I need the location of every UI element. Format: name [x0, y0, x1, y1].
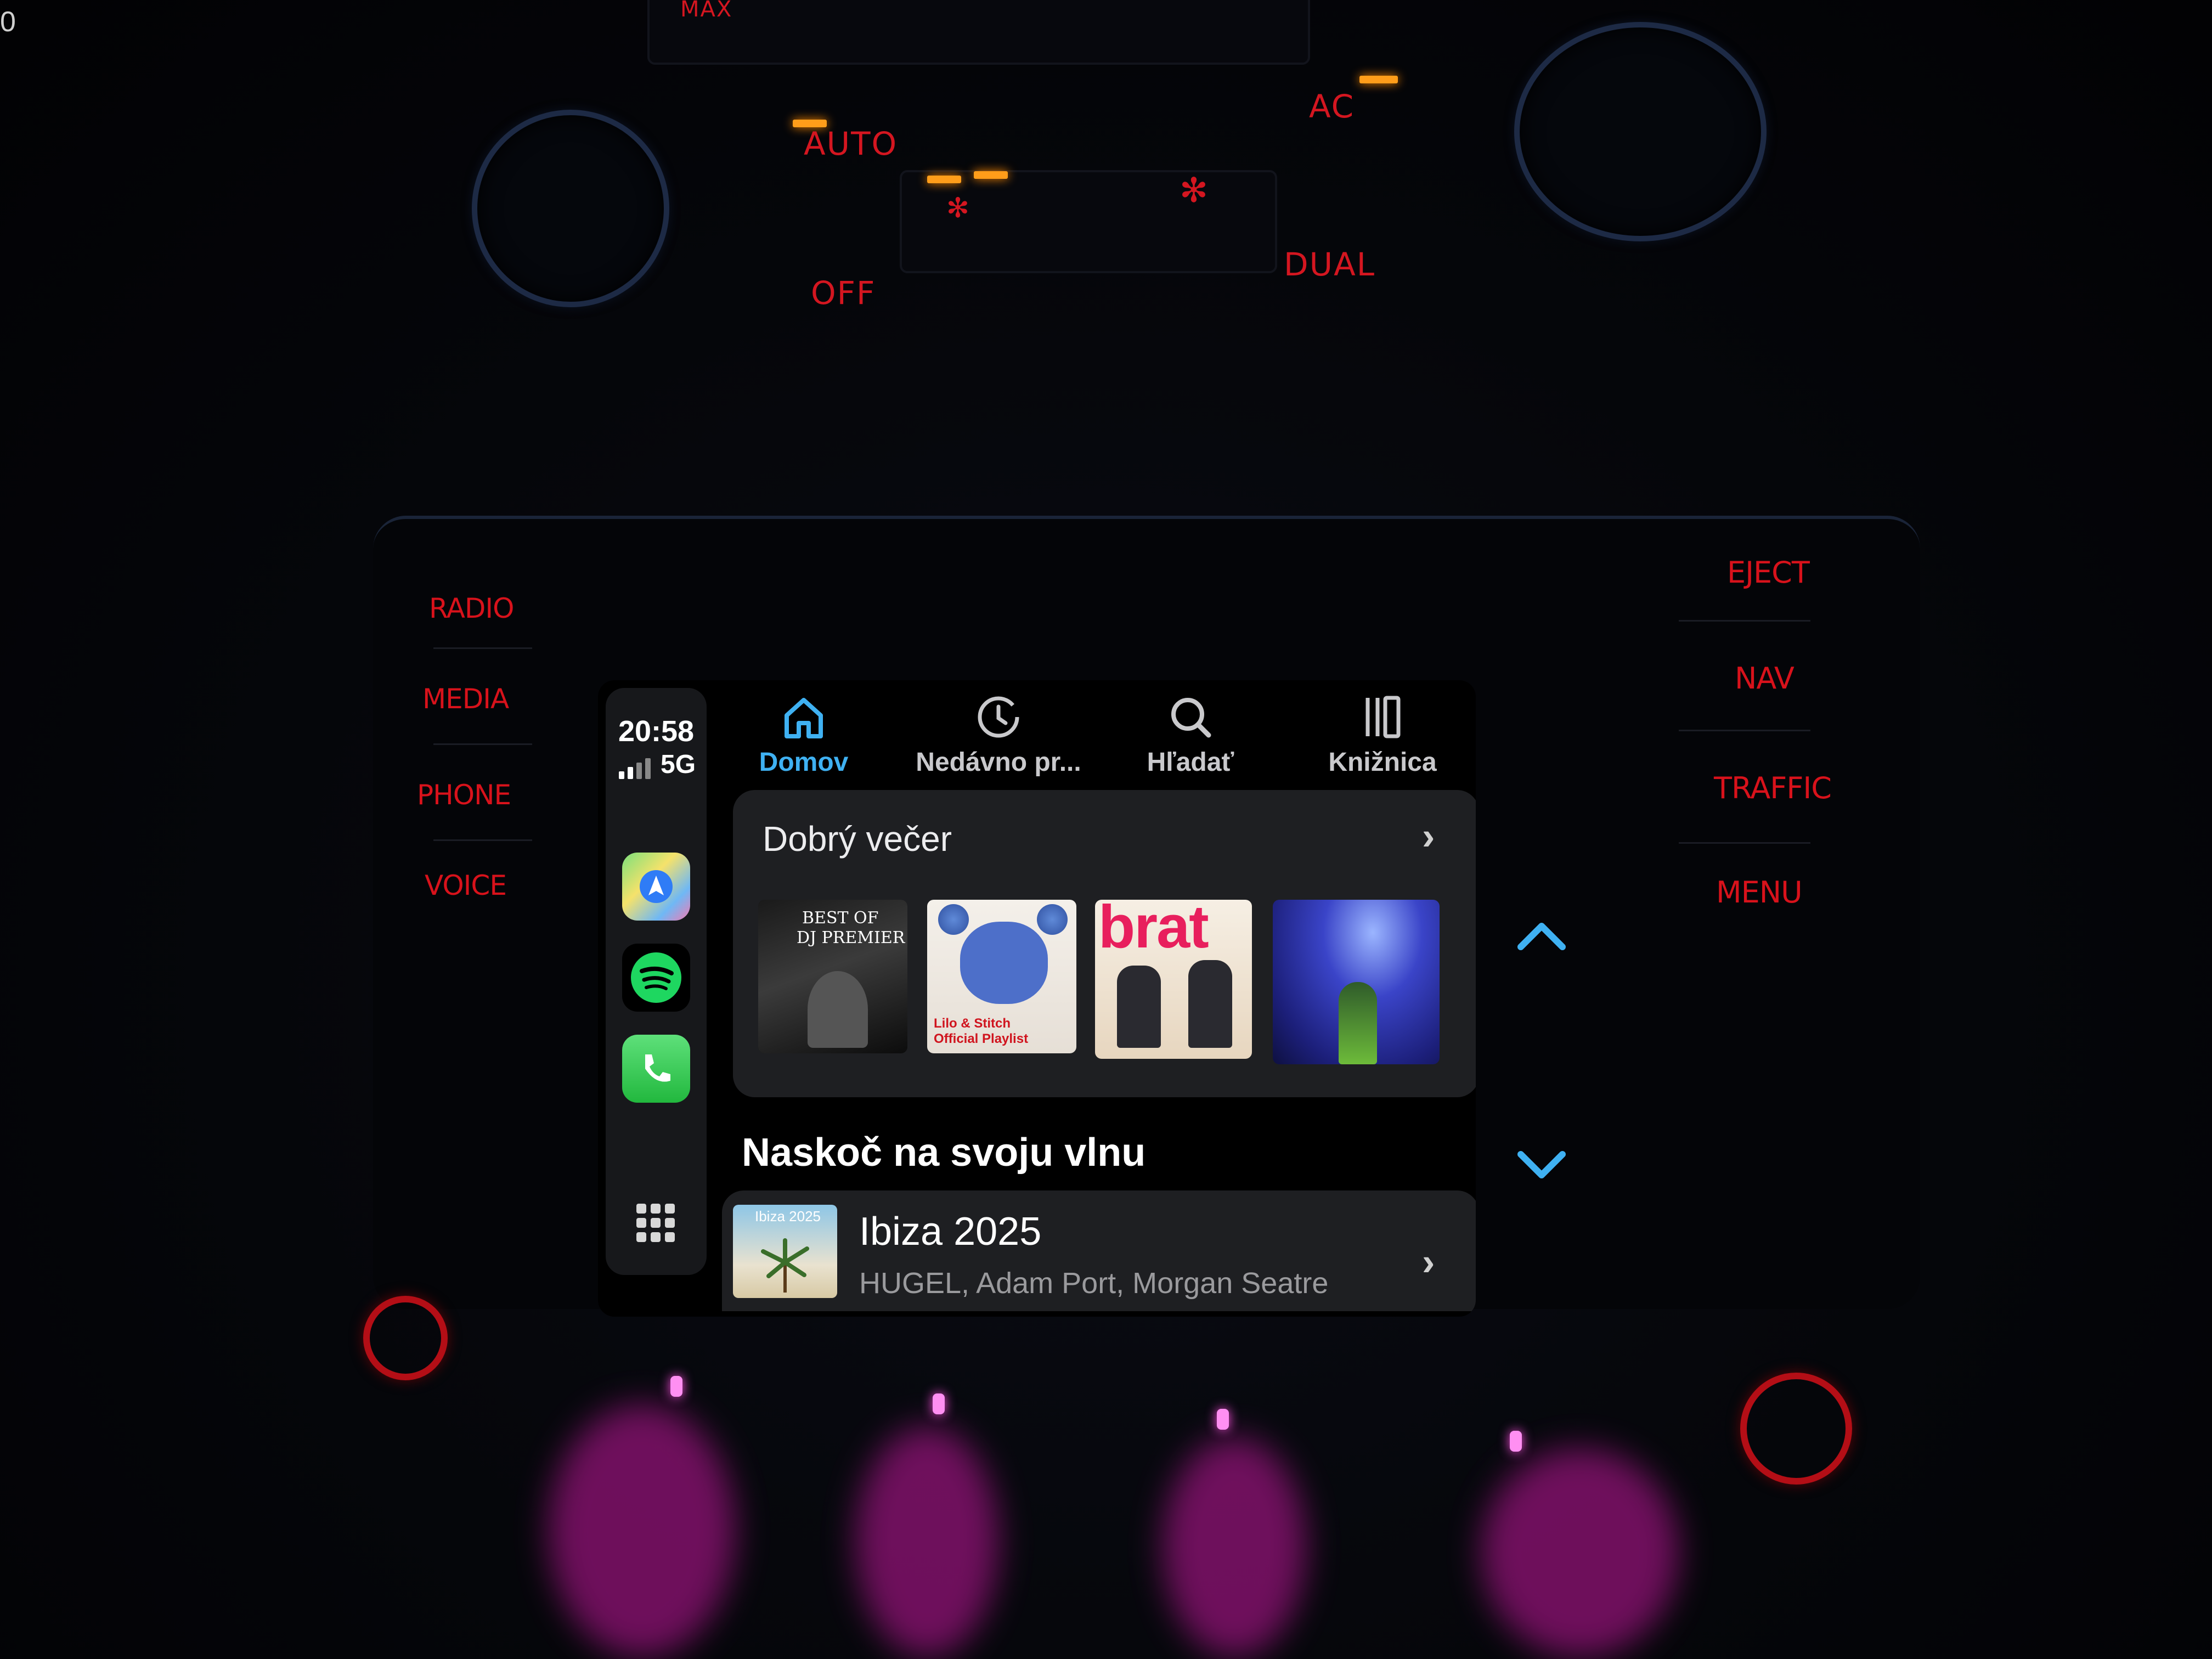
artist-figure: [1117, 966, 1161, 1048]
traffic-button[interactable]: TRAFFIC: [1714, 771, 1832, 805]
signal-strength-icon: [619, 758, 651, 779]
climate-panel: MAX AUTO OFF ✻ ✻ AC DUAL: [406, 0, 1778, 340]
home-icon: [785, 698, 823, 738]
playlist-tile[interactable]: BEST OF DJ PREMIER: [758, 900, 907, 1053]
temp-knob-left[interactable]: [472, 110, 669, 307]
corner-text: 0: [0, 6, 16, 38]
ambient-glow: [549, 1404, 735, 1657]
ac-indicator: [1359, 76, 1398, 83]
recent-icon: [978, 696, 1019, 738]
divider: [1679, 842, 1810, 844]
divider: [433, 839, 532, 841]
media-button[interactable]: MEDIA: [422, 683, 509, 715]
ambient-led: [670, 1376, 682, 1397]
fan-low-icon: ✻: [946, 193, 969, 223]
section-title: Naskoč na svoju vlnu: [742, 1131, 1146, 1175]
tab-search[interactable]: Hľadať: [1125, 692, 1256, 777]
ac-button[interactable]: AC: [1309, 88, 1355, 125]
thumb-label: Ibiza 2025: [755, 1208, 821, 1224]
stitch-art: [960, 922, 1048, 1004]
scroll-down-button[interactable]: [1514, 1147, 1569, 1185]
ambient-led: [933, 1393, 945, 1414]
list-item[interactable]: Ibiza 2025 Ibiza 2025 HUGEL, Adam Port, …: [722, 1190, 1476, 1311]
tile-text: Lilo & Stitch: [934, 1016, 1011, 1031]
tile-text: Official Playlist: [934, 1031, 1029, 1046]
artist-figure: [1339, 982, 1377, 1064]
greeting-card[interactable]: Dobrý večer › BEST OF DJ PREMIER Lilo & …: [733, 790, 1476, 1097]
tab-home-label: Domov: [759, 748, 849, 777]
playlist-tile[interactable]: Lilo & Stitch Official Playlist: [927, 900, 1076, 1053]
volume-knob[interactable]: [363, 1296, 448, 1380]
tile-text: DJ PREMIER: [797, 928, 905, 947]
ambient-glow: [1481, 1448, 1679, 1657]
network-type: 5G: [661, 750, 696, 779]
temp-knob-right[interactable]: [1514, 22, 1767, 241]
ambient-glow: [1163, 1437, 1306, 1657]
stitch-ear: [1037, 904, 1068, 935]
menu-button[interactable]: MENU: [1716, 875, 1803, 910]
scroll-up-button[interactable]: [1514, 916, 1569, 955]
fan-indicator-1: [927, 176, 961, 183]
playlist-tile[interactable]: brat: [1095, 900, 1252, 1059]
phone-icon: [645, 1054, 670, 1082]
spotify-app-icon[interactable]: [622, 944, 690, 1012]
fan-indicator-2: [974, 171, 1008, 179]
tile-text: brat: [1098, 900, 1209, 961]
voice-button[interactable]: VOICE: [425, 870, 507, 901]
chevron-right-icon: ›: [1422, 815, 1435, 857]
rear-defrost-button[interactable]: [647, 0, 1310, 65]
carplay-sidebar: 20:58 5G: [606, 688, 707, 1275]
palm-tree-icon: [761, 1238, 809, 1293]
divider: [433, 743, 532, 745]
tab-library-label: Knižnica: [1328, 748, 1437, 777]
app-grid-icon[interactable]: [636, 1204, 675, 1242]
tab-search-label: Hľadať: [1147, 748, 1234, 777]
spotify-icon: [631, 952, 681, 1003]
stitch-ear: [938, 904, 969, 935]
playlist-thumbnail: Ibiza 2025: [733, 1205, 837, 1298]
status-time: 20:58: [618, 715, 695, 748]
library-icon: [1365, 696, 1401, 738]
navigation-arrow-icon: [640, 870, 673, 903]
divider: [1679, 620, 1810, 622]
ambient-glow: [856, 1426, 998, 1657]
list-item-subtitle: HUGEL, Adam Port, Morgan Seatre: [859, 1267, 1329, 1300]
off-button[interactable]: OFF: [811, 274, 876, 312]
max-label: MAX: [680, 0, 733, 22]
dual-button[interactable]: DUAL: [1284, 246, 1375, 283]
list-item-title: Ibiza 2025: [859, 1210, 1042, 1254]
maps-app-icon[interactable]: [622, 853, 690, 921]
tab-library[interactable]: Knižnica: [1311, 692, 1454, 777]
auto-button[interactable]: AUTO: [804, 125, 898, 162]
greeting-title: Dobrý večer: [763, 819, 952, 859]
divider: [433, 647, 532, 649]
search-icon: [1171, 698, 1211, 738]
phone-app-icon[interactable]: [622, 1035, 690, 1103]
tab-recent-label: Nedávno pr...: [916, 748, 1081, 777]
eject-button[interactable]: EJECT: [1727, 555, 1810, 590]
artist-figure: [808, 971, 868, 1048]
tab-recent[interactable]: Nedávno pr...: [905, 692, 1092, 777]
nav-button[interactable]: NAV: [1735, 661, 1795, 696]
fan-high-icon: ✻: [1180, 172, 1208, 210]
chevron-right-icon: ›: [1422, 1240, 1435, 1283]
tune-knob[interactable]: [1740, 1373, 1852, 1485]
ambient-led: [1510, 1431, 1522, 1452]
radio-button[interactable]: RADIO: [429, 592, 515, 624]
tab-home[interactable]: Domov: [746, 692, 861, 777]
divider: [1679, 730, 1810, 731]
tile-text: BEST OF: [802, 909, 879, 928]
ambient-led: [1217, 1409, 1229, 1430]
carplay-screen: 20:58 5G Domov Nedávno pr... Hľadať Kniž…: [598, 680, 1476, 1317]
phone-button[interactable]: PHONE: [417, 779, 511, 811]
playlist-tile[interactable]: [1273, 900, 1440, 1064]
artist-figure: [1188, 960, 1232, 1048]
